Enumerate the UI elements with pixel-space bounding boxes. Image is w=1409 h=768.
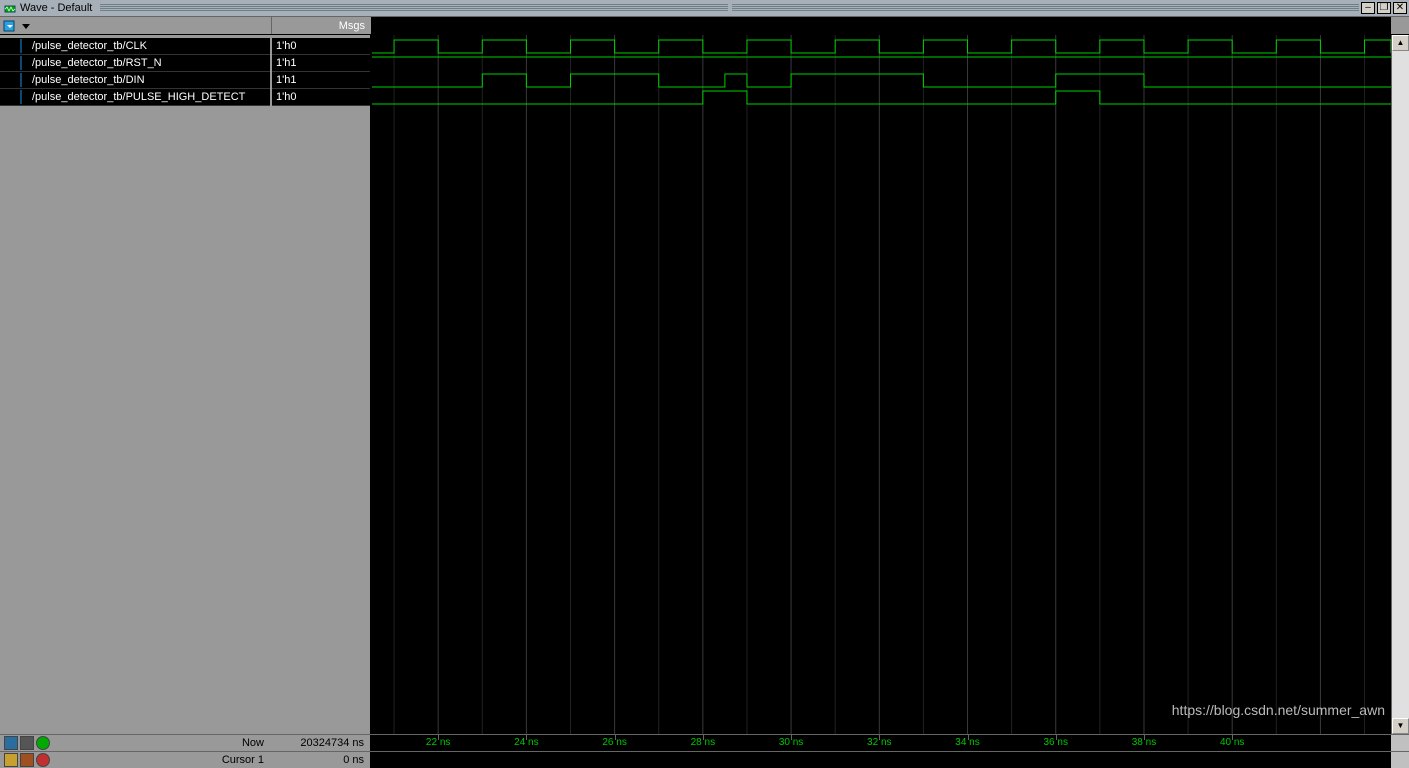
- app-icon: [3, 1, 17, 15]
- time-tick-label: 36 ns: [1044, 737, 1068, 748]
- cursor-value: 0 ns: [272, 752, 372, 768]
- footer-icon[interactable]: [4, 753, 18, 767]
- signal-value-column[interactable]: 1'h01'h11'h11'h0: [272, 35, 372, 734]
- title-decoration: [100, 4, 727, 12]
- time-ruler[interactable]: 22 ns 24 ns 26 ns 28 ns 30 ns 32 ns 34 ns 36 ns…: [372, 735, 1391, 751]
- time-tick-label: 40 ns: [1220, 737, 1244, 748]
- signal-name-text: /pulse_detector_tb/CLK: [32, 40, 147, 52]
- signal-diamond-icon: [20, 57, 22, 69]
- signal-name-column[interactable]: /pulse_detector_tb/CLK/pulse_detector_tb…: [0, 35, 272, 734]
- footer-icon[interactable]: [20, 753, 34, 767]
- window-titlebar: Wave - Default ‒ ❐ ✕: [0, 0, 1409, 17]
- wave-toolbar: Msgs: [0, 17, 1409, 35]
- time-tick-label: 32 ns: [867, 737, 891, 748]
- now-label: Now: [242, 737, 264, 749]
- vertical-scrollbar[interactable]: ▲ ▼: [1391, 35, 1409, 734]
- footer: Now 20324734 ns 22 ns 24 ns 26 ns 28 ns 30 n…: [0, 734, 1409, 768]
- now-row: Now 20324734 ns 22 ns 24 ns 26 ns 28 ns 30 n…: [0, 734, 1409, 751]
- signal-row[interactable]: /pulse_detector_tb/RST_N: [0, 55, 270, 72]
- scroll-up-button[interactable]: ▲: [1392, 35, 1409, 51]
- cursor-ruler[interactable]: [372, 752, 1391, 768]
- window-title: Wave - Default: [20, 2, 92, 14]
- minimize-button[interactable]: ‒: [1361, 2, 1375, 14]
- time-tick-label: 30 ns: [779, 737, 803, 748]
- signal-value-cell: 1'h1: [272, 55, 370, 72]
- time-tick-label: 28 ns: [691, 737, 715, 748]
- title-decoration: [732, 4, 1359, 12]
- footer-icon[interactable]: [36, 736, 50, 750]
- signal-value-cell: 1'h0: [272, 38, 370, 55]
- signal-row[interactable]: /pulse_detector_tb/DIN: [0, 72, 270, 89]
- time-tick-label: 26 ns: [602, 737, 626, 748]
- signal-name-text: /pulse_detector_tb/DIN: [32, 74, 145, 86]
- signal-name-text: /pulse_detector_tb/RST_N: [32, 57, 162, 69]
- wave-header-blank: [372, 17, 1391, 34]
- now-value: 20324734 ns: [272, 735, 372, 751]
- signal-row[interactable]: /pulse_detector_tb/PULSE_HIGH_DETECT: [0, 89, 270, 106]
- time-tick-label: 24 ns: [514, 737, 538, 748]
- footer-icon[interactable]: [36, 753, 50, 767]
- signal-name-text: /pulse_detector_tb/PULSE_HIGH_DETECT: [32, 91, 245, 103]
- scroll-track[interactable]: [1392, 51, 1409, 718]
- cursor-label: Cursor 1: [222, 754, 264, 766]
- footer-icon[interactable]: [4, 736, 18, 750]
- toolbar-menu-icon[interactable]: [2, 18, 18, 34]
- dropdown-icon[interactable]: [22, 18, 30, 34]
- signal-row[interactable]: /pulse_detector_tb/CLK: [0, 38, 270, 55]
- signal-diamond-icon: [20, 74, 22, 86]
- signal-value-cell: 1'h1: [272, 72, 370, 89]
- time-tick-label: 22 ns: [426, 737, 450, 748]
- main-area: /pulse_detector_tb/CLK/pulse_detector_tb…: [0, 35, 1409, 734]
- signal-value-cell: 1'h0: [272, 89, 370, 106]
- signal-diamond-icon: [20, 91, 22, 103]
- footer-icon[interactable]: [20, 736, 34, 750]
- waveform-column[interactable]: https://blog.csdn.net/summer_awn: [372, 35, 1391, 734]
- signal-diamond-icon: [20, 40, 22, 52]
- scroll-down-button[interactable]: ▼: [1392, 718, 1409, 734]
- msgs-header: Msgs: [272, 17, 372, 34]
- cursor-row: Cursor 1 0 ns: [0, 751, 1409, 768]
- maximize-button[interactable]: ❐: [1377, 2, 1391, 14]
- time-tick-label: 34 ns: [955, 737, 979, 748]
- time-tick-label: 38 ns: [1132, 737, 1156, 748]
- close-button[interactable]: ✕: [1393, 2, 1407, 14]
